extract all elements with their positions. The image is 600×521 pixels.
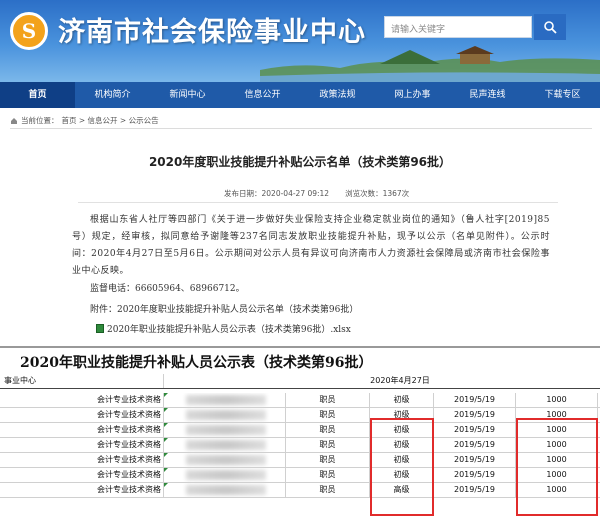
redacted-name [186, 485, 266, 495]
amount-cell: 1000 [516, 393, 598, 407]
table-row: 会计专业技术资格 职员 初级 2019/5/19 1000 [0, 453, 600, 468]
redacted-name [186, 410, 266, 420]
attachment-filename[interactable]: 2020年职业技能提升补贴人员公示表（技术类第96批）.xlsx [107, 322, 351, 335]
nav-downloads[interactable]: 下载专区 [525, 82, 600, 108]
item-cell: 会计专业技术资格 [0, 438, 164, 452]
table-row: 会计专业技术资格 职员 初级 2019/5/19 1000 [0, 423, 600, 438]
excel-file-icon [96, 324, 104, 333]
search-input[interactable]: 请输入关键字 [384, 16, 532, 38]
item-cell: 会计专业技术资格 [0, 453, 164, 467]
item-cell: 会计专业技术资格 [0, 408, 164, 422]
role-cell: 职员 [286, 453, 370, 467]
date-cell: 2019/5/19 [434, 393, 516, 407]
logo-glyph: S [21, 19, 37, 43]
org-label: 事业中心 [0, 374, 164, 388]
breadcrumb: 当前位置： 首页 > 信息公开 > 公示公告 [10, 115, 159, 126]
date-cell: 2019/5/19 [434, 438, 516, 452]
name-cell [164, 468, 286, 482]
table-row: 会计专业技术资格 职员 高级 2019/5/19 1000 [0, 483, 600, 498]
sheet-grid: 事业中心 2020年4月27日 会计专业技术资格 职员 初级 2019/5/19… [0, 374, 600, 498]
redacted-name [186, 395, 266, 405]
role-cell: 职员 [286, 393, 370, 407]
date-cell: 2019/5/19 [434, 483, 516, 497]
site-title: 济南市社会保险事业中心 [58, 17, 366, 48]
redacted-name [186, 425, 266, 435]
role-cell: 职员 [286, 438, 370, 452]
main-nav: 首页 机构简介 新闻中心 信息公开 政策法规 网上办事 民声连线 下载专区 [0, 82, 600, 108]
table-row: 会计专业技术资格 职员 初级 2019/5/19 1000 [0, 438, 600, 453]
item-cell: 会计专业技术资格 [0, 483, 164, 497]
publish-date: 发布日期：2020-04-27 09:12 [224, 189, 330, 198]
role-cell: 职员 [286, 483, 370, 497]
name-cell [164, 408, 286, 422]
table-row: 会计专业技术资格 职员 初级 2019/5/19 1000 [0, 393, 600, 408]
view-count: 浏览次数：1367次 [345, 189, 410, 198]
name-cell [164, 483, 286, 497]
supervision-phone: 监督电话：66605964、68966712。 [90, 284, 245, 294]
nav-online-service[interactable]: 网上办事 [375, 82, 450, 108]
name-cell [164, 453, 286, 467]
name-cell [164, 393, 286, 407]
nav-policy[interactable]: 政策法规 [300, 82, 375, 108]
level-cell: 初级 [370, 393, 434, 407]
item-cell: 会计专业技术资格 [0, 423, 164, 437]
nav-about[interactable]: 机构简介 [75, 82, 150, 108]
item-cell: 会计专业技术资格 [0, 468, 164, 482]
role-cell: 职员 [286, 408, 370, 422]
date-cell: 2019/5/19 [434, 423, 516, 437]
nav-home[interactable]: 首页 [0, 82, 75, 108]
role-cell: 职员 [286, 423, 370, 437]
sheet-title: 2020年职业技能提升补贴人员公示表（技术类第96批） [20, 355, 373, 371]
table-row: 会计专业技术资格 职员 初级 2019/5/19 1000 [0, 408, 600, 423]
date-cell: 2019/5/19 [434, 408, 516, 422]
divider [78, 202, 558, 203]
search-icon [544, 21, 557, 34]
redacted-name [186, 455, 266, 465]
home-icon [11, 117, 17, 124]
name-cell [164, 423, 286, 437]
date-cell: 2019/5/19 [434, 453, 516, 467]
search-button[interactable] [534, 14, 566, 40]
attachment-label: 附件：2020年度职业技能提升补贴人员公示名单（技术类第96批） [90, 305, 359, 315]
date-cell: 2019/5/19 [434, 468, 516, 482]
date-label: 2020年4月27日 [370, 376, 430, 385]
nav-disclosure[interactable]: 信息公开 [225, 82, 300, 108]
level-highlight-box [370, 418, 434, 516]
article-meta: 发布日期：2020-04-27 09:12 浏览次数：1367次 [224, 188, 409, 199]
article-title: 2020年度职业技能提升补贴公示名单（技术类第96批） [148, 155, 452, 169]
article-body: 根据山东省人社厅等四部门《关于进一步做好失业保险支持企业稳定就业岗位的通知》（鲁… [72, 215, 550, 276]
name-cell [164, 438, 286, 452]
site-logo[interactable]: S [10, 12, 48, 50]
item-cell: 会计专业技术资格 [0, 393, 164, 407]
breadcrumb-path[interactable]: 首页 > 信息公开 > 公示公告 [62, 115, 159, 126]
amount-highlight-box [516, 418, 598, 516]
spreadsheet-excerpt: 2020年职业技能提升补贴人员公示表（技术类第96批） 事业中心 2020年4月… [0, 346, 600, 521]
nav-feedback[interactable]: 民声连线 [450, 82, 525, 108]
divider [10, 128, 592, 129]
attachment-link[interactable]: 2020年职业技能提升补贴人员公示表（技术类第96批）.xlsx [96, 322, 351, 335]
site-header: S 济南市社会保险事业中心 请输入关键字 [0, 0, 600, 82]
role-cell: 职员 [286, 468, 370, 482]
sheet-header-row: 事业中心 2020年4月27日 [0, 374, 600, 389]
breadcrumb-label: 当前位置： [21, 116, 59, 125]
redacted-name [186, 470, 266, 480]
redacted-name [186, 440, 266, 450]
table-row: 会计专业技术资格 职员 初级 2019/5/19 1000 [0, 468, 600, 483]
nav-news[interactable]: 新闻中心 [150, 82, 225, 108]
